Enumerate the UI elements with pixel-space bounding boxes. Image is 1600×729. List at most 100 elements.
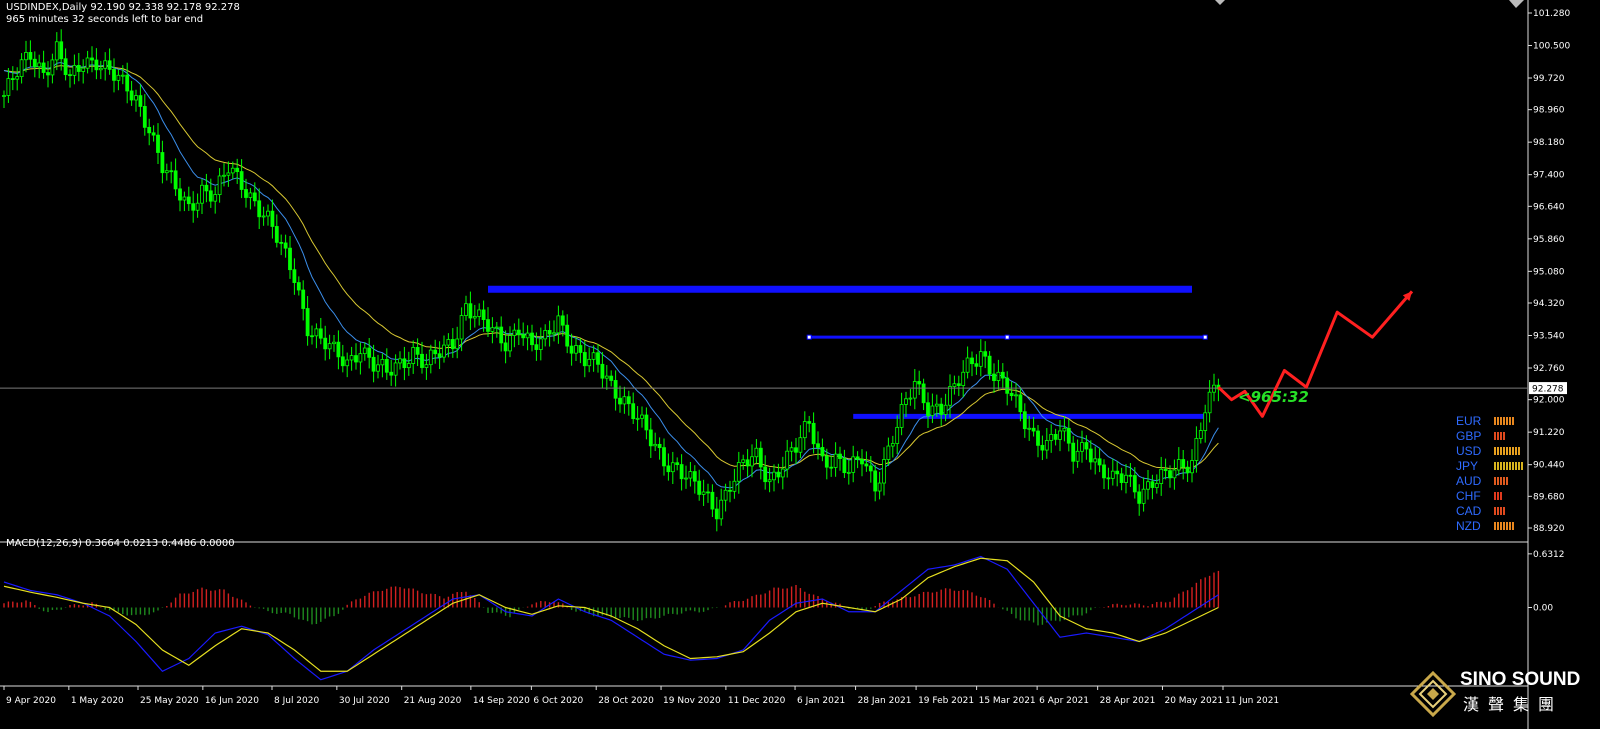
candle-body xyxy=(534,344,539,350)
date-tick-label: 19 Nov 2020 xyxy=(663,696,721,706)
candle-body xyxy=(723,489,728,501)
candle-body xyxy=(912,381,917,399)
candle-body xyxy=(816,443,820,448)
strength-bar xyxy=(1512,521,1514,530)
candle-body xyxy=(252,192,257,202)
candle-body xyxy=(15,76,20,80)
candle-body xyxy=(1018,394,1023,413)
candle-body xyxy=(94,59,99,71)
candle-body xyxy=(560,315,565,326)
candle-body xyxy=(714,508,719,520)
price-tick-label: 101.280 xyxy=(1533,9,1570,19)
candle-body xyxy=(151,132,156,136)
candle-body xyxy=(1036,430,1040,446)
strength-bar xyxy=(1503,521,1505,530)
candle-body xyxy=(415,347,420,355)
candle-body xyxy=(358,353,363,363)
strength-bar xyxy=(1497,461,1499,470)
candle-body xyxy=(582,352,587,367)
candle-body xyxy=(164,170,169,174)
candle-body xyxy=(736,462,741,482)
candle-body xyxy=(965,357,970,373)
candle-body xyxy=(653,443,658,447)
candle-body xyxy=(613,380,618,399)
currency-row: CHF xyxy=(1456,488,1576,503)
date-tick-label: 6 Jan 2021 xyxy=(797,696,845,706)
candle-body xyxy=(200,184,204,204)
macd-tick-label: 0.00 xyxy=(1533,604,1553,614)
candle-body xyxy=(208,190,213,202)
candle-body xyxy=(666,465,671,473)
bar-timer-info: 965 minutes 32 seconds left to bar end xyxy=(6,14,204,25)
strength-bar xyxy=(1515,446,1517,455)
candle-body xyxy=(455,338,460,350)
strength-bar xyxy=(1506,521,1508,530)
candle-body xyxy=(538,338,543,350)
candle-body xyxy=(833,453,838,468)
candle-body xyxy=(147,126,152,134)
candle-body xyxy=(591,352,596,360)
strength-bar xyxy=(1503,506,1505,515)
countdown-label: <965:32 xyxy=(1238,388,1309,406)
date-tick-label: 1 May 2020 xyxy=(71,696,124,706)
current-price-label: 92.278 xyxy=(1532,385,1564,395)
candle-body xyxy=(138,95,143,107)
candle-body xyxy=(956,383,961,386)
candle-body xyxy=(1071,442,1076,462)
candle-body xyxy=(868,465,873,472)
currency-name: CHF xyxy=(1456,488,1481,503)
currency-name: AUD xyxy=(1456,473,1482,488)
candle-body xyxy=(63,58,68,76)
candle-body xyxy=(318,328,323,339)
price-chart[interactable]: 101.280 100.500 99.720 98.960 98.180 97.400 96… xyxy=(0,0,1600,729)
currency-row: JPY xyxy=(1456,458,1576,473)
strength-bar xyxy=(1494,521,1496,530)
candle-body xyxy=(521,334,526,339)
candle-body xyxy=(798,437,803,453)
candle-body xyxy=(1053,434,1058,440)
candle-body xyxy=(1066,427,1071,444)
strength-bar xyxy=(1509,446,1511,455)
candle-body xyxy=(125,74,130,92)
candle-body xyxy=(670,462,675,473)
candle-body xyxy=(1031,427,1036,432)
candle-body xyxy=(961,371,966,386)
candle-body xyxy=(169,170,174,173)
candle-body xyxy=(266,210,270,217)
candle-body xyxy=(569,345,574,354)
candle-body xyxy=(1080,442,1084,452)
candle-body xyxy=(1198,430,1203,439)
candle-body xyxy=(864,463,869,467)
candle-body xyxy=(499,326,504,344)
candle-body xyxy=(842,458,847,474)
strength-bar xyxy=(1509,461,1511,470)
candle-body xyxy=(354,355,358,363)
candle-body xyxy=(411,347,416,364)
candle-body xyxy=(596,352,600,365)
candle-body xyxy=(420,353,424,368)
strength-bar xyxy=(1506,416,1508,425)
candle-body xyxy=(719,499,724,520)
candle-body xyxy=(917,381,922,385)
candle-body xyxy=(1194,438,1199,461)
strength-bar xyxy=(1497,476,1499,485)
candle-body xyxy=(767,479,772,483)
candle-body xyxy=(609,375,614,381)
strength-bar xyxy=(1494,506,1496,515)
candle-body xyxy=(1176,459,1181,471)
price-tick-label: 92.760 xyxy=(1533,364,1565,374)
strength-bar xyxy=(1515,461,1517,470)
candle-body xyxy=(389,371,394,376)
strength-bar xyxy=(1497,446,1499,455)
currency-strength-bars xyxy=(1494,506,1505,515)
candle-body xyxy=(543,330,548,340)
candle-body xyxy=(820,447,825,457)
candle-body xyxy=(600,363,605,379)
candle-body xyxy=(213,194,218,202)
candle-body xyxy=(785,450,790,470)
price-tick-label: 95.080 xyxy=(1533,267,1565,277)
candle-body xyxy=(270,210,275,227)
currency-name: NZD xyxy=(1456,518,1481,533)
candle-body xyxy=(1181,459,1186,468)
strength-bar xyxy=(1500,506,1502,515)
